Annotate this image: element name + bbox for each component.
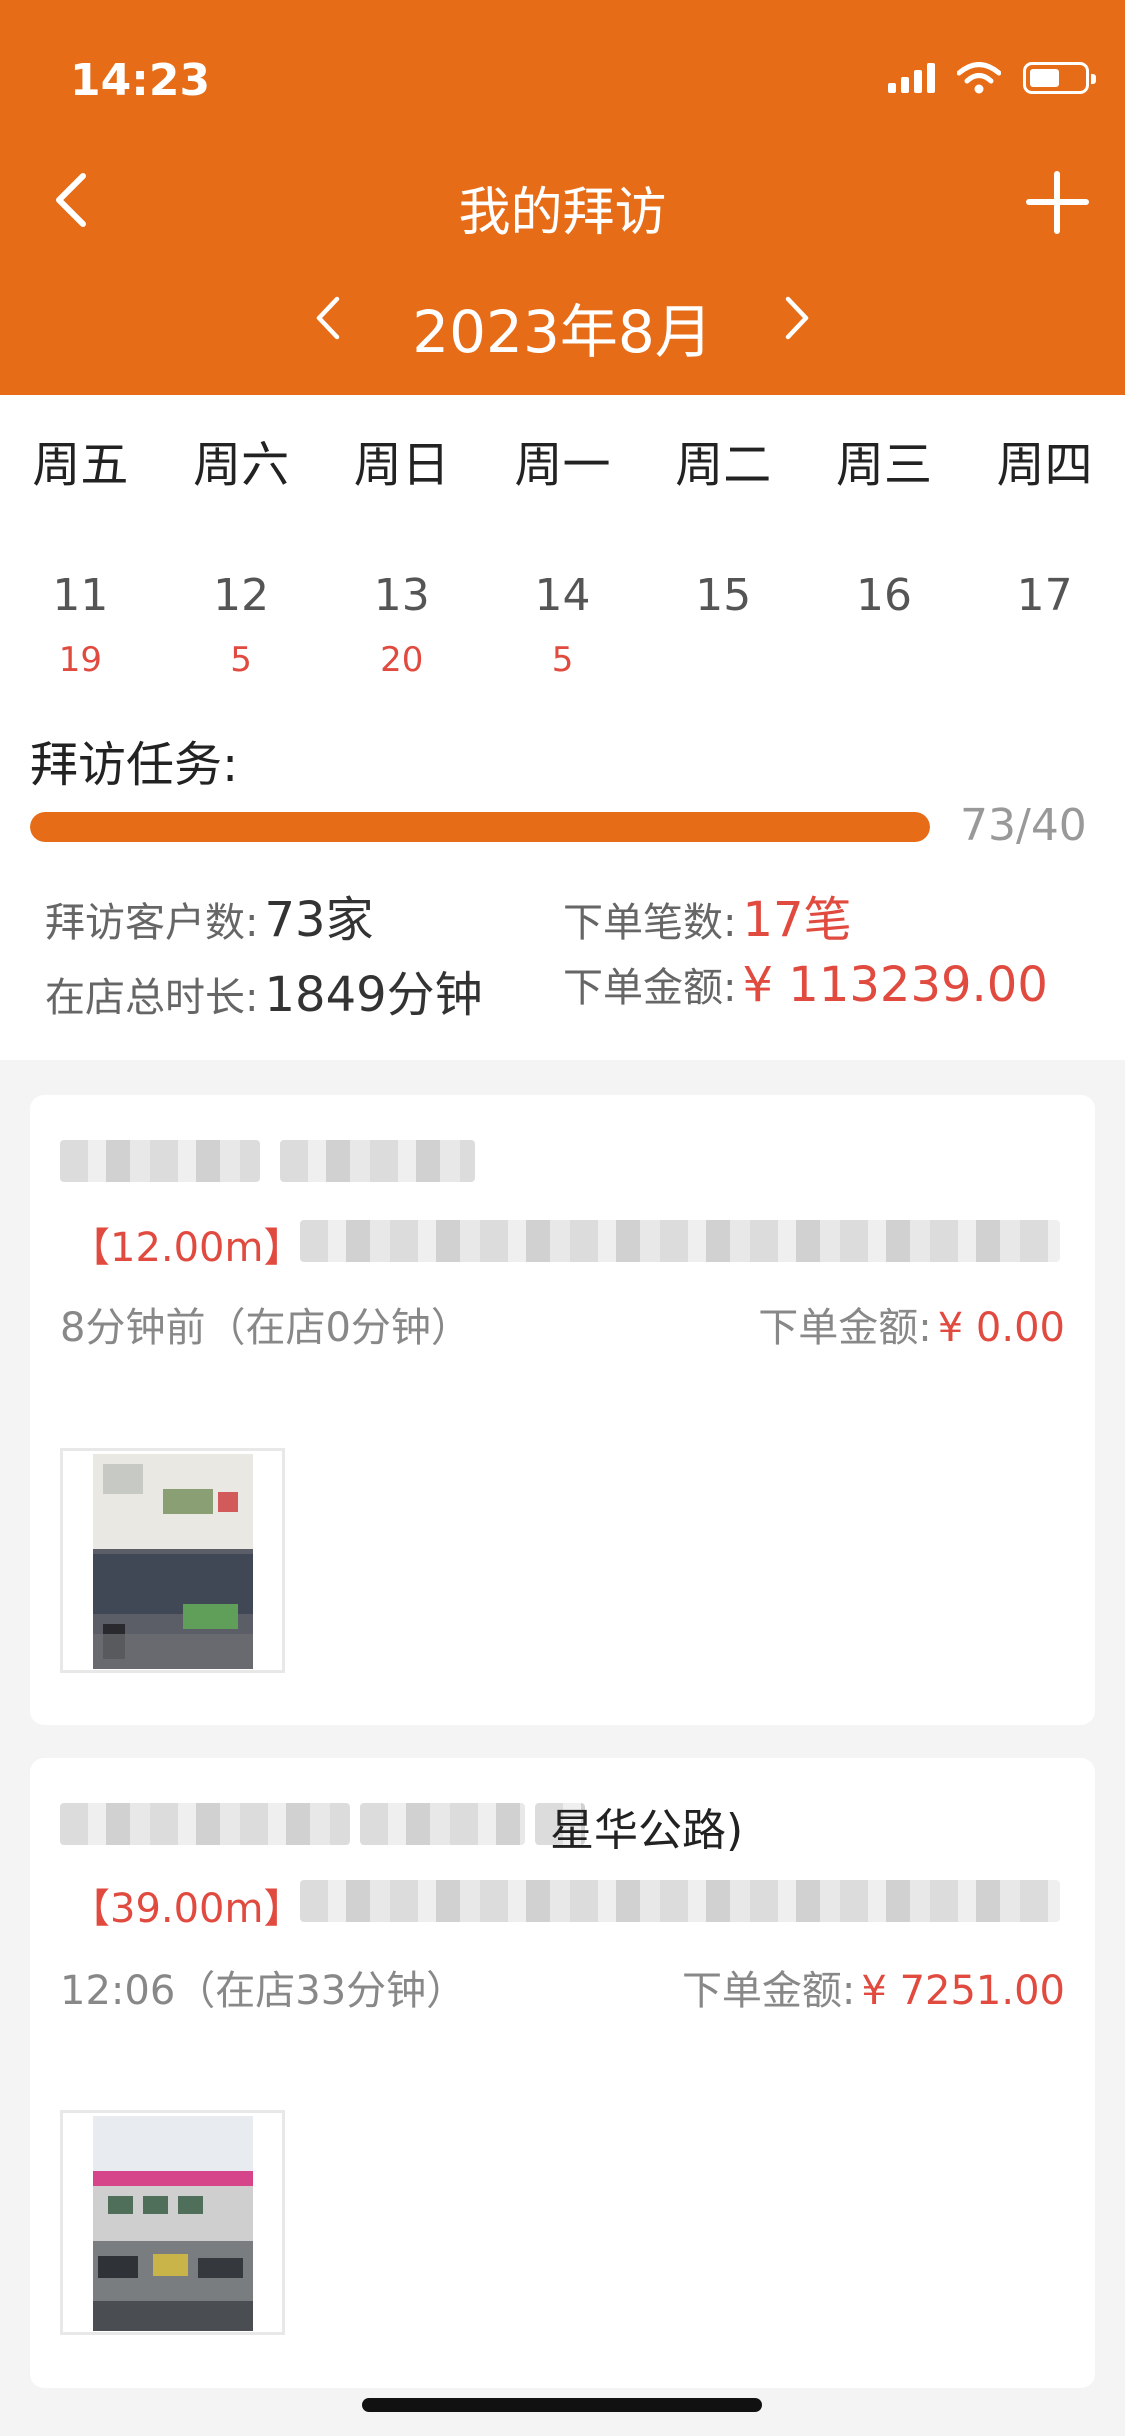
amount-value: ¥ 113239.00 xyxy=(742,957,1048,1013)
cellular-signal-icon xyxy=(888,63,935,93)
duration-value: 1849分钟 xyxy=(264,967,483,1023)
wifi-icon xyxy=(957,62,1001,94)
visit-card[interactable]: 星华公路) 【39.00m】 12:06（在店33分钟） 下单金额: ¥ 7251… xyxy=(30,1758,1095,2388)
visit-task-label: 拜访任务: xyxy=(30,737,239,793)
redacted-store-name xyxy=(60,1803,350,1845)
date-visit-count: 5 xyxy=(230,640,252,680)
date-cell[interactable]: 14 5 xyxy=(482,570,643,690)
visit-time-info: 8分钟前（在店0分钟） xyxy=(60,1305,471,1351)
date-visit-count: 5 xyxy=(551,640,574,680)
orders-stat: 下单笔数: 17笔 xyxy=(563,880,852,950)
date-number: 17 xyxy=(1016,570,1073,621)
status-icons xyxy=(888,62,1096,94)
calendar-panel: 周五 周六 周日 周一 周二 周三 周四 11 19 12 5 13 20 14… xyxy=(0,395,1125,1060)
next-month-icon[interactable] xyxy=(770,293,820,343)
visit-order-label: 下单金额: xyxy=(758,1305,932,1351)
customers-value: 73家 xyxy=(264,892,374,948)
redacted-store-name xyxy=(60,1140,260,1182)
redacted-store-name xyxy=(360,1803,525,1845)
visit-distance: 【12.00m】 xyxy=(70,1225,304,1271)
visit-progress-text: 73/40 xyxy=(960,800,1087,851)
weekday-label: 周日 xyxy=(353,437,450,493)
weekday-row: 周五 周六 周日 周一 周二 周三 周四 xyxy=(0,425,1125,495)
storefront-photo xyxy=(93,1454,253,1669)
visit-order-amount: ¥ 7251.00 xyxy=(861,1968,1065,2014)
date-cell[interactable]: 15 xyxy=(643,570,804,690)
weekday-label: 周五 xyxy=(32,437,129,493)
visit-time-info: 12:06（在店33分钟） xyxy=(60,1968,467,2014)
weekday-label: 周六 xyxy=(193,437,290,493)
date-cell[interactable]: 11 19 xyxy=(0,570,161,690)
date-visit-count xyxy=(643,640,804,690)
date-number: 12 xyxy=(213,570,270,621)
weekday-label: 周一 xyxy=(514,437,611,493)
visit-progress-fill xyxy=(30,812,930,842)
date-number: 13 xyxy=(373,570,430,621)
date-cell[interactable]: 16 xyxy=(804,570,965,690)
page-title: 我的拜访 xyxy=(458,183,667,243)
date-cell[interactable]: 13 20 xyxy=(321,570,482,690)
date-visit-count xyxy=(964,640,1125,690)
visit-distance: 【39.00m】 xyxy=(70,1886,304,1932)
visit-order-label: 下单金额: xyxy=(681,1968,856,2014)
visit-order: 下单金额: ¥ 0.00 xyxy=(758,1295,1065,1353)
visit-order-amount: ¥ 0.00 xyxy=(937,1305,1065,1351)
duration-label: 在店总时长: xyxy=(45,975,259,1021)
date-visit-count: 19 xyxy=(58,640,102,680)
orders-value: 17笔 xyxy=(742,892,852,948)
amount-label: 下单金额: xyxy=(563,965,737,1011)
battery-icon xyxy=(1023,62,1096,94)
weekday-label: 周四 xyxy=(996,437,1093,493)
storefront-photo xyxy=(93,2116,253,2331)
visit-photo[interactable] xyxy=(60,1448,285,1673)
weekday-label: 周二 xyxy=(675,437,772,493)
visit-order: 下单金额: ¥ 7251.00 xyxy=(682,1958,1065,2016)
month-label: 2023年8月 xyxy=(412,298,713,366)
redacted-address xyxy=(300,1880,1060,1922)
date-row: 11 19 12 5 13 20 14 5 15 16 17 xyxy=(0,570,1125,690)
date-number: 16 xyxy=(855,570,912,621)
duration-stat: 在店总时长: 1849分钟 xyxy=(45,955,483,1025)
redacted-store-name xyxy=(280,1140,475,1182)
amount-stat: 下单金额: ¥ 113239.00 xyxy=(563,955,1048,1013)
visit-store-name-suffix: 星华公路) xyxy=(550,1805,744,1856)
date-cell[interactable]: 12 5 xyxy=(161,570,322,690)
visit-card[interactable]: 【12.00m】 8分钟前（在店0分钟） 下单金额: ¥ 0.00 xyxy=(30,1095,1095,1725)
redacted-address xyxy=(300,1220,1060,1262)
date-number: 11 xyxy=(52,570,109,621)
date-cell[interactable]: 17 xyxy=(964,570,1125,690)
header: 14:23 我的拜访 2023年8月 xyxy=(0,0,1125,395)
plus-icon[interactable] xyxy=(1020,165,1095,240)
date-number: 15 xyxy=(695,570,752,621)
status-time: 14:23 xyxy=(70,55,211,106)
date-number: 14 xyxy=(534,570,591,621)
status-bar: 14:23 xyxy=(0,0,1125,150)
customers-stat: 拜访客户数: 73家 xyxy=(45,880,374,950)
nav-bar: 我的拜访 xyxy=(0,150,1125,260)
weekday-label: 周三 xyxy=(835,437,932,493)
visit-photo[interactable] xyxy=(60,2110,285,2335)
month-selector: 2023年8月 xyxy=(0,275,1125,366)
date-visit-count: 20 xyxy=(380,640,424,680)
home-indicator xyxy=(362,2398,762,2412)
date-visit-count xyxy=(804,640,965,690)
orders-label: 下单笔数: xyxy=(563,900,737,946)
customers-label: 拜访客户数: xyxy=(45,900,259,946)
visit-progress-bar xyxy=(30,812,930,842)
